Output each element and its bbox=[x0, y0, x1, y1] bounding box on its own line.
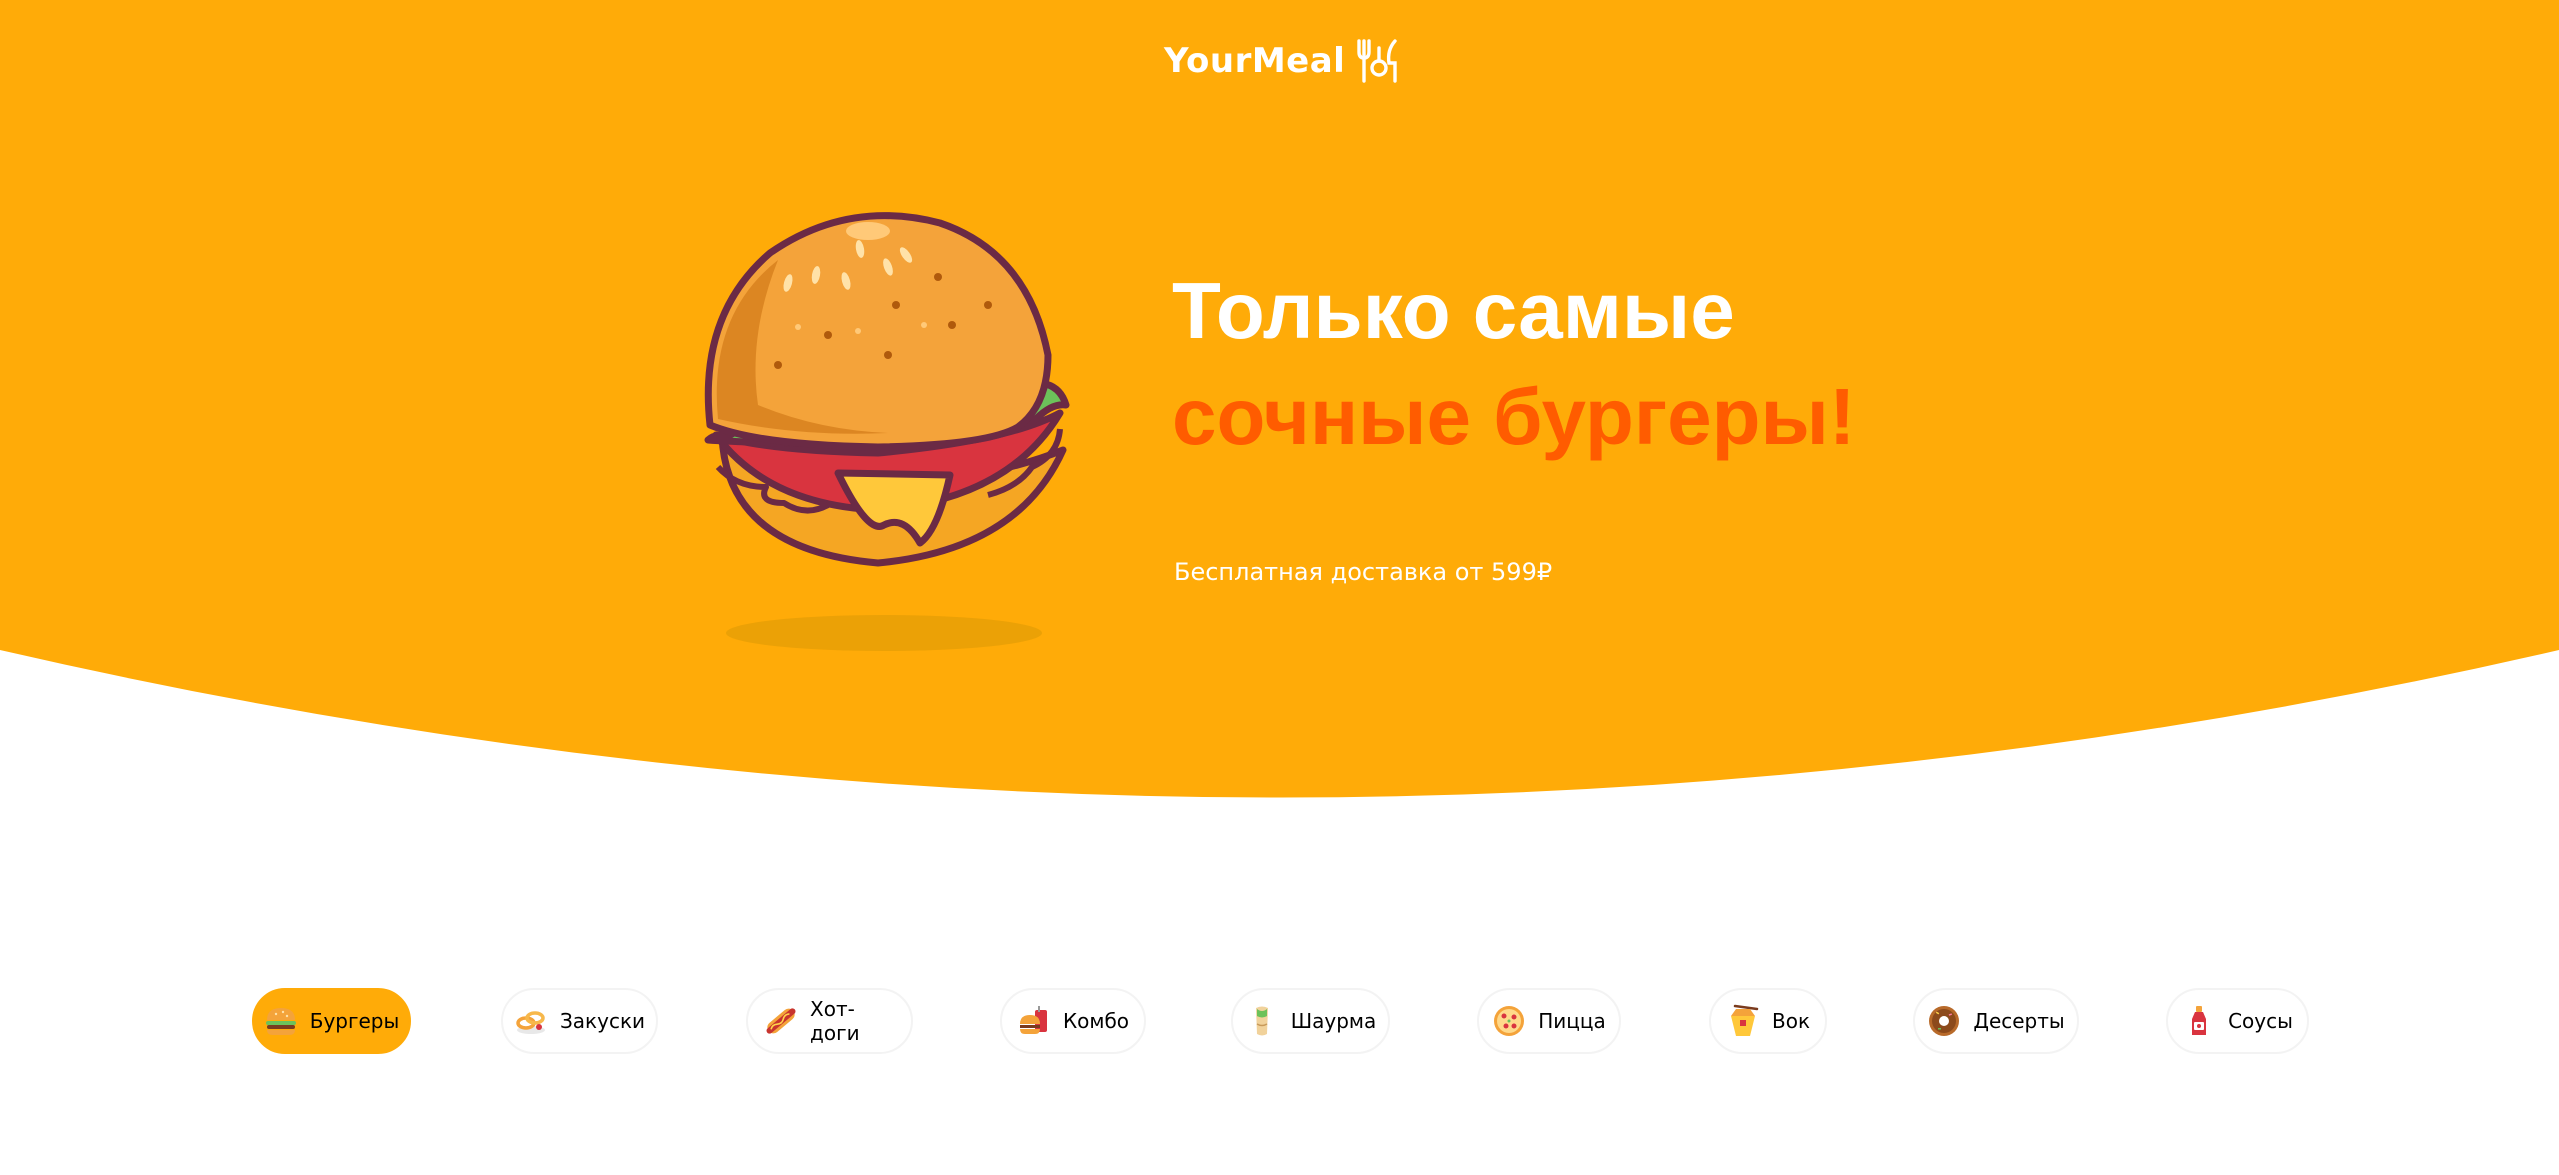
sauce-bottle-icon bbox=[2192, 1006, 2207, 1035]
donut-icon bbox=[1929, 1006, 1960, 1036]
onion-rings-icon bbox=[516, 1011, 545, 1034]
hero-subtitle: Бесплатная доставка от 599₽ bbox=[1174, 558, 1553, 586]
category-label: Вок bbox=[1771, 1009, 1811, 1033]
cutlery-icon bbox=[1357, 39, 1398, 83]
burger-illustration bbox=[704, 212, 1070, 651]
burger-icon bbox=[265, 1008, 296, 1035]
category-desserts[interactable]: Десерты bbox=[1913, 988, 2079, 1054]
category-snacks[interactable]: Закуски bbox=[501, 988, 658, 1054]
pizza-icon bbox=[1494, 1006, 1525, 1036]
category-shawarma[interactable]: Шаурма bbox=[1231, 988, 1390, 1054]
category-hotdogs[interactable]: Хот-доги bbox=[746, 988, 913, 1054]
category-pizza[interactable]: Пицца bbox=[1477, 988, 1621, 1054]
category-nav: Бургеры Закуски Хот-доги Комбо Шаурма Пи… bbox=[0, 988, 2559, 1058]
hero-title: Только самые сочные бургеры! bbox=[1172, 258, 1855, 470]
category-label: Бургеры bbox=[309, 1009, 400, 1033]
category-label: Десерты bbox=[1973, 1009, 2065, 1033]
combo-meal-icon bbox=[1019, 1006, 1047, 1034]
page: YourMeal Только самые сочные бургеры! Бе… bbox=[0, 0, 2559, 1175]
hotdog-icon bbox=[766, 1008, 796, 1034]
category-label: Пицца bbox=[1538, 1009, 1606, 1033]
category-label: Закуски bbox=[559, 1009, 646, 1033]
category-label: Шаурма bbox=[1290, 1009, 1377, 1033]
category-burgers[interactable]: Бургеры bbox=[252, 988, 411, 1054]
category-wok[interactable]: Вок bbox=[1709, 988, 1827, 1054]
hero-title-line2: сочные бургеры! bbox=[1172, 372, 1856, 461]
category-combo[interactable]: Комбо bbox=[1000, 988, 1146, 1054]
hero-title-line1: Только самые bbox=[1172, 266, 1735, 355]
category-label: Комбо bbox=[1062, 1009, 1130, 1033]
logo[interactable]: YourMeal bbox=[1164, 36, 1401, 86]
shawarma-icon bbox=[1255, 1006, 1268, 1036]
wok-icon bbox=[1730, 1004, 1759, 1036]
category-sauces[interactable]: Соусы bbox=[2166, 988, 2309, 1054]
category-label: Соусы bbox=[2228, 1009, 2293, 1033]
category-label: Хот-доги bbox=[810, 997, 860, 1045]
logo-text: YourMeal bbox=[1164, 41, 1346, 81]
